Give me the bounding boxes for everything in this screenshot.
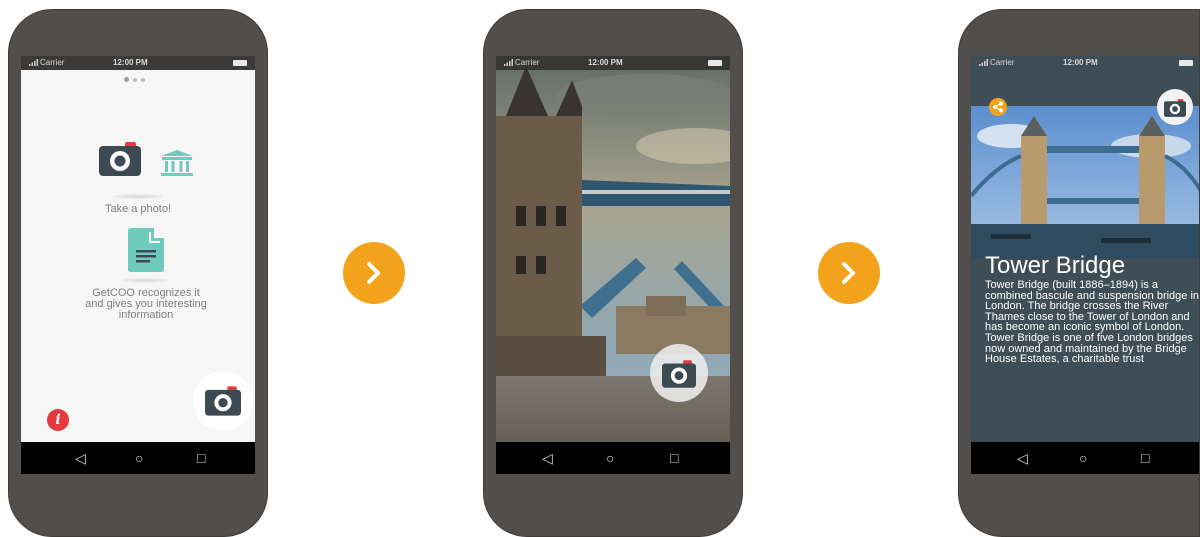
- signal-icon: [504, 59, 513, 67]
- step2-label: GetCOO recognizes it and gives you inter…: [85, 287, 207, 321]
- navigation-bar: ◁ ○ □: [496, 442, 730, 474]
- camera-icon: [205, 386, 241, 416]
- camera-icon: [1164, 99, 1186, 117]
- tower-bridge-image: [971, 106, 1199, 258]
- camera-button[interactable]: [650, 344, 708, 402]
- status-bar: Carrier 12:00 PM: [971, 56, 1199, 70]
- page-dot: [141, 78, 145, 82]
- home-icon[interactable]: ○: [135, 442, 143, 474]
- camera-button[interactable]: [1157, 89, 1193, 125]
- carrier-label: Carrier: [979, 56, 1014, 70]
- share-icon: [993, 101, 1003, 113]
- share-button[interactable]: [989, 98, 1007, 116]
- carrier-label: Carrier: [504, 56, 539, 70]
- status-bar: Carrier 12:00 PM: [496, 56, 730, 70]
- next-step-arrow: [343, 242, 405, 304]
- status-bar: Carrier 12:00 PM: [21, 56, 255, 70]
- battery-icon: [233, 60, 247, 66]
- description-clip: Tower Bridge (built 1886–1894) is a comb…: [971, 280, 1200, 442]
- detail-screen: Carrier 12:00 PM Tower Bridge Tower Brid…: [971, 56, 1200, 474]
- clock: 12:00 PM: [1063, 58, 1098, 67]
- step1-label: Take a photo!: [104, 203, 172, 215]
- recents-icon[interactable]: □: [1141, 442, 1149, 474]
- onboarding-screen: Carrier 12:00 PM Take a photo! GetCOO re…: [21, 56, 255, 474]
- carrier-text: Carrier: [40, 58, 65, 67]
- home-icon[interactable]: ○: [606, 442, 614, 474]
- landmark-description: Tower Bridge (built 1886–1894) is a comb…: [985, 280, 1200, 366]
- recents-icon[interactable]: □: [197, 442, 205, 474]
- carrier-label: Carrier: [29, 56, 64, 70]
- page-indicator: [124, 69, 149, 87]
- clock: 12:00 PM: [113, 58, 148, 67]
- phone-detail: Carrier 12:00 PM Tower Bridge Tower Brid…: [958, 9, 1200, 537]
- recents-icon[interactable]: □: [670, 442, 678, 474]
- back-icon[interactable]: ◁: [1017, 442, 1028, 474]
- navigation-bar: ◁ ○ □: [971, 442, 1199, 474]
- chevron-right-icon: [842, 262, 855, 284]
- back-icon[interactable]: ◁: [75, 442, 86, 474]
- page-dot-active: [124, 77, 129, 82]
- page-dot: [133, 78, 137, 82]
- info-button[interactable]: i: [47, 409, 69, 431]
- camera-icon: [662, 360, 696, 388]
- battery-icon: [708, 60, 722, 66]
- phone-onboarding: Carrier 12:00 PM Take a photo! GetCOO re…: [8, 9, 268, 537]
- info-icon: i: [55, 412, 61, 428]
- battery-icon: [1179, 60, 1193, 66]
- chevron-right-icon: [367, 262, 380, 284]
- museum-icon: [161, 150, 193, 176]
- landmark-title: Tower Bridge: [985, 252, 1126, 279]
- camera-button[interactable]: [193, 371, 253, 431]
- carrier-text: Carrier: [990, 58, 1015, 67]
- icon-shadow: [121, 278, 169, 283]
- icon-shadow: [113, 194, 163, 199]
- clock: 12:00 PM: [588, 58, 623, 67]
- back-icon[interactable]: ◁: [542, 442, 553, 474]
- next-step-arrow: [818, 242, 880, 304]
- signal-icon: [979, 59, 988, 67]
- home-icon[interactable]: ○: [1079, 442, 1087, 474]
- camera-icon: [99, 142, 141, 176]
- tower-bridge-photo: [496, 56, 730, 474]
- navigation-bar: ◁ ○ □: [21, 442, 255, 474]
- signal-icon: [29, 59, 38, 67]
- phone-camera: Carrier 12:00 PM ◁ ○ □: [483, 9, 743, 537]
- camera-screen: Carrier 12:00 PM ◁ ○ □: [496, 56, 730, 474]
- carrier-text: Carrier: [515, 58, 540, 67]
- document-icon: [128, 228, 164, 272]
